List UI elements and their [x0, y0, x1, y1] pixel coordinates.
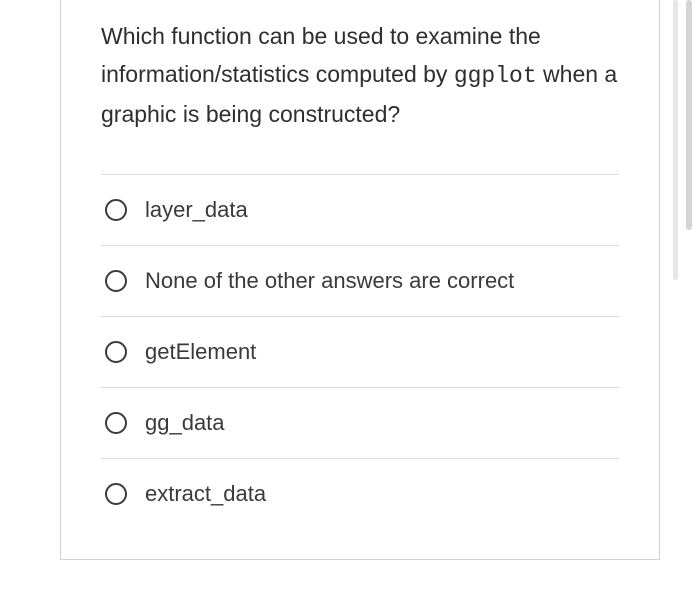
option-label: None of the other answers are correct — [145, 268, 514, 294]
option-row[interactable]: getElement — [101, 316, 619, 387]
radio-icon — [105, 199, 127, 221]
radio-icon — [105, 270, 127, 292]
option-row[interactable]: None of the other answers are correct — [101, 245, 619, 316]
option-row[interactable]: extract_data — [101, 458, 619, 529]
radio-icon — [105, 412, 127, 434]
option-label: getElement — [145, 339, 256, 365]
radio-icon — [105, 341, 127, 363]
option-label: extract_data — [145, 481, 266, 507]
scrollbar[interactable] — [673, 0, 678, 280]
option-row[interactable]: gg_data — [101, 387, 619, 458]
options-list: layer_data None of the other answers are… — [101, 174, 619, 529]
scrollbar[interactable] — [686, 0, 692, 230]
question-text: Which function can be used to examine th… — [101, 18, 619, 134]
radio-icon — [105, 483, 127, 505]
option-row[interactable]: layer_data — [101, 174, 619, 245]
question-code-term: ggplot — [454, 63, 537, 89]
question-card: Which function can be used to examine th… — [60, 0, 660, 560]
option-label: gg_data — [145, 410, 225, 436]
option-label: layer_data — [145, 197, 248, 223]
